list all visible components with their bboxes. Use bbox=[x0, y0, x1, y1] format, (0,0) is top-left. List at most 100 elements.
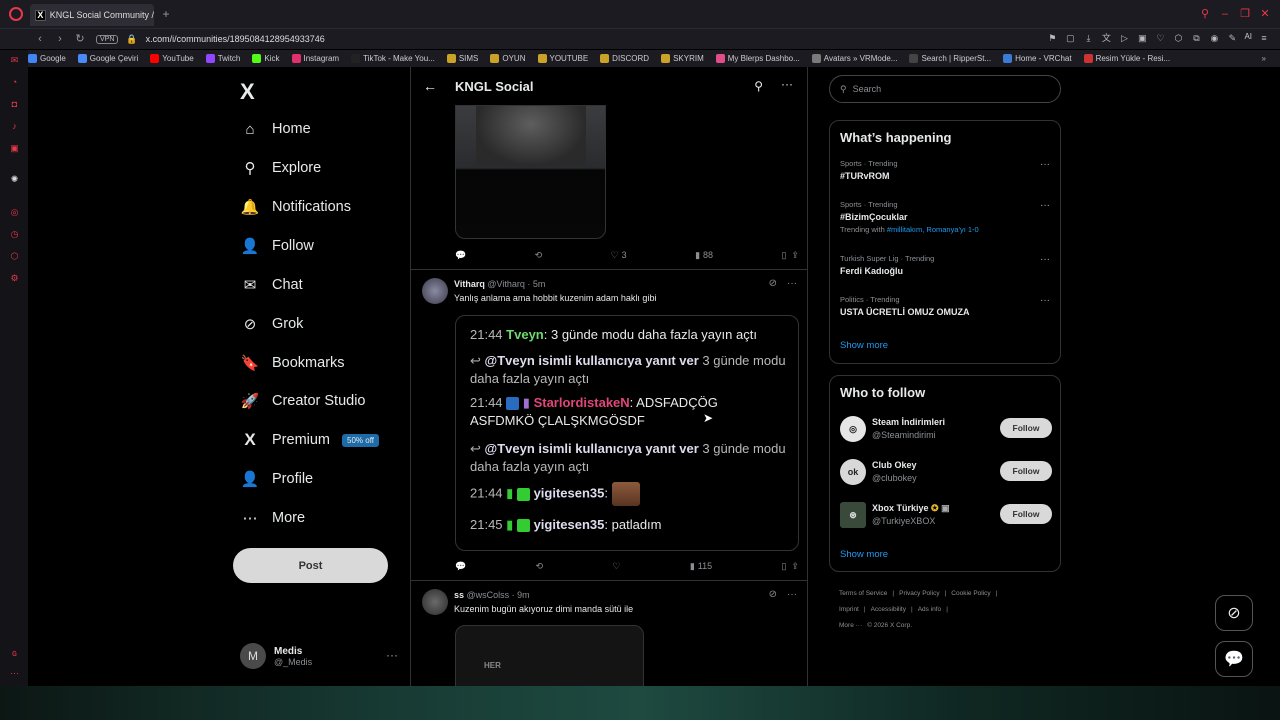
tweet-author[interactable]: ss bbox=[454, 590, 464, 600]
tab-knglsocial[interactable]: X KNGL Social Community / bbox=[30, 4, 154, 26]
tweet-time[interactable]: 5m bbox=[533, 279, 546, 289]
nav-item-creator-studio[interactable]: 🚀 Creator Studio bbox=[240, 389, 366, 413]
trend-item[interactable]: Sports · Trending #BizimÇocuklar Trending … bbox=[840, 200, 1052, 234]
player-icon[interactable]: ◎ bbox=[9, 207, 20, 218]
history-icon[interactable]: ◷ bbox=[9, 229, 20, 240]
follow-button[interactable]: Follow bbox=[1000, 461, 1052, 481]
trend-item[interactable]: Politics · Trending USTA ÜCRETLİ OMUZ OMU… bbox=[840, 295, 1052, 317]
bookmark-item[interactable]: Avatars » VRMode... bbox=[811, 54, 897, 63]
bookmark-item[interactable]: YouTube bbox=[150, 54, 194, 63]
bookmark-icon[interactable]: ▯ ⇪ bbox=[781, 559, 799, 573]
search-input[interactable]: ⚲ Search bbox=[829, 75, 1061, 103]
nav-item-bookmarks[interactable]: 🔖 Bookmarks bbox=[240, 351, 345, 375]
tweet-image[interactable] bbox=[455, 105, 606, 239]
url-field[interactable]: x.com/i/communities/1895084128954933746 bbox=[146, 34, 325, 44]
chatgpt-icon[interactable]: ✺ bbox=[9, 174, 20, 185]
trend-related-link[interactable]: #millitakım, Romanya'yı 1-0 bbox=[887, 225, 979, 234]
back-nav-icon[interactable]: ‹ bbox=[32, 31, 48, 47]
account-more-icon[interactable]: ··· bbox=[386, 648, 398, 662]
profile-icon[interactable]: ◉ bbox=[1208, 32, 1220, 44]
more-sidebar-icon[interactable]: ··· bbox=[9, 668, 20, 679]
views-button[interactable]: ▮ 88 bbox=[695, 248, 713, 262]
footer-link[interactable]: Cookie Policy bbox=[951, 590, 990, 597]
tweet-more-icon[interactable]: ··· bbox=[787, 589, 797, 600]
reply-icon[interactable]: 💬 bbox=[455, 559, 466, 573]
chat-float-icon[interactable]: 💬 bbox=[1215, 641, 1253, 677]
instagram-icon[interactable]: ◘ bbox=[9, 99, 20, 110]
music-icon[interactable]: ♪ bbox=[9, 121, 20, 132]
post-button[interactable]: Post bbox=[233, 548, 388, 583]
forward-nav-icon[interactable]: › bbox=[52, 31, 68, 47]
trend-more-icon[interactable]: ··· bbox=[1040, 295, 1050, 306]
whatsapp-icon[interactable]: ◔ bbox=[9, 77, 20, 88]
bookmark-item[interactable]: OYUN bbox=[490, 54, 526, 63]
repost-icon[interactable]: ⟲ bbox=[535, 248, 543, 262]
bookmark-item[interactable]: Google bbox=[28, 54, 66, 63]
maximize-button[interactable]: ❐ bbox=[1239, 8, 1251, 20]
nav-item-notifications[interactable]: 🔔 Notifications bbox=[240, 195, 351, 219]
player-icon[interactable]: ▷ bbox=[1118, 32, 1130, 44]
footer-link[interactable]: Imprint bbox=[839, 606, 859, 613]
music-player-icon[interactable]: ▣ bbox=[9, 143, 20, 154]
bookmark-item[interactable]: SIMS bbox=[446, 54, 478, 63]
bookmark-item[interactable]: Kick bbox=[252, 54, 280, 63]
repost-icon[interactable]: ⟲ bbox=[536, 559, 544, 573]
bookmark-item[interactable]: Instagram bbox=[291, 54, 339, 63]
avatar[interactable] bbox=[422, 278, 448, 304]
views-button[interactable]: ▮ 115 bbox=[690, 559, 712, 573]
grok-float-icon[interactable]: ⊘ bbox=[1215, 595, 1253, 631]
footer-link[interactable]: More ··· bbox=[839, 622, 862, 629]
search-icon[interactable]: ⚲ bbox=[754, 79, 763, 93]
bookmark-item[interactable]: SKYRIM bbox=[661, 54, 704, 63]
lock-icon[interactable]: 🔒 bbox=[126, 34, 137, 45]
bookmark-item[interactable]: Google Çeviri bbox=[77, 54, 138, 63]
aria-ai-icon[interactable]: ✎ bbox=[1226, 32, 1238, 44]
tweet-handle[interactable]: @Vitharq bbox=[487, 279, 525, 289]
footer-link[interactable]: Terms of Service bbox=[839, 590, 887, 597]
bookmark-item[interactable]: Twitch bbox=[205, 54, 240, 63]
bookmark-item[interactable]: Resim Yükle - Resi... bbox=[1083, 54, 1170, 63]
gx-icon[interactable]: ɢ bbox=[9, 648, 20, 659]
opera-logo-icon[interactable] bbox=[9, 7, 23, 21]
bookmark-item[interactable]: YOUTUBE bbox=[537, 54, 588, 63]
nav-item-explore[interactable]: ⚲ Explore bbox=[240, 156, 322, 180]
follow-button[interactable]: Follow bbox=[1000, 504, 1052, 524]
nav-item-premium[interactable]: X Premium 50% off bbox=[240, 428, 379, 452]
grok-icon[interactable]: ⊘ bbox=[769, 589, 777, 600]
tweet-author[interactable]: Vitharq bbox=[454, 279, 485, 289]
nav-item-more[interactable]: ⋯ More bbox=[240, 506, 306, 530]
nav-item-home[interactable]: ⌂ Home bbox=[240, 117, 310, 141]
footer-link[interactable]: Accessibility bbox=[871, 606, 906, 613]
grok-icon[interactable]: ⊘ bbox=[769, 278, 777, 289]
follow-button[interactable]: Follow bbox=[1000, 418, 1052, 438]
chat-screenshot-image[interactable]: 21:44 Tveyn: 3 günde modu daha fazla yay… bbox=[455, 315, 799, 551]
bookmarks-overflow-icon[interactable]: » bbox=[1262, 54, 1266, 63]
trend-more-icon[interactable]: ··· bbox=[1040, 200, 1050, 211]
account-switcher[interactable]: M Medis @_Medis ··· bbox=[240, 641, 400, 671]
follow-suggestion[interactable]: ◎ Steam İndirimleri @Steamindirimi Follo… bbox=[840, 416, 1052, 446]
translate-icon[interactable]: 文 bbox=[1100, 32, 1112, 44]
follow-suggestion[interactable]: ⊛ Xbox Türkiye ✪ ▣ @TurkiyeXBOX Follow bbox=[840, 502, 1052, 532]
x-logo-icon[interactable]: X bbox=[240, 79, 255, 105]
messenger-icon[interactable]: ✉ bbox=[9, 55, 20, 66]
vpn-badge[interactable]: VPN bbox=[96, 34, 119, 44]
trend-item[interactable]: Turkish Super Lig · Trending Ferdi Kadıoğ… bbox=[840, 254, 1052, 276]
easy-setup-icon[interactable]: ⧉ bbox=[1190, 32, 1202, 44]
reply-icon[interactable]: 💬 bbox=[455, 248, 466, 262]
tweet-image[interactable]: HER bbox=[455, 625, 644, 686]
snapshot-icon[interactable]: ▢ bbox=[1064, 32, 1076, 44]
tweet-time[interactable]: 9m bbox=[517, 590, 530, 600]
show-more-link[interactable]: Show more bbox=[840, 549, 888, 560]
new-tab-button[interactable]: + bbox=[160, 8, 172, 20]
bookmark-item[interactable]: TikTok - Make You... bbox=[351, 54, 435, 63]
nav-item-chat[interactable]: ✉ Chat bbox=[240, 273, 303, 297]
menu-icon[interactable]: ≡ bbox=[1258, 32, 1270, 44]
nav-item-grok[interactable]: ⊘ Grok bbox=[240, 312, 304, 336]
bookmark-item[interactable]: My Blerps Dashbo... bbox=[715, 54, 800, 63]
ai-label[interactable]: AI bbox=[1244, 32, 1252, 44]
bookmark-page-icon[interactable]: ⚑ bbox=[1046, 32, 1058, 44]
bookmark-item[interactable]: Search | RipperSt... bbox=[909, 54, 991, 63]
trend-more-icon[interactable]: ··· bbox=[1040, 159, 1050, 170]
search-tabs-icon[interactable]: ⚲ bbox=[1199, 8, 1211, 20]
minimize-button[interactable]: – bbox=[1219, 8, 1231, 20]
